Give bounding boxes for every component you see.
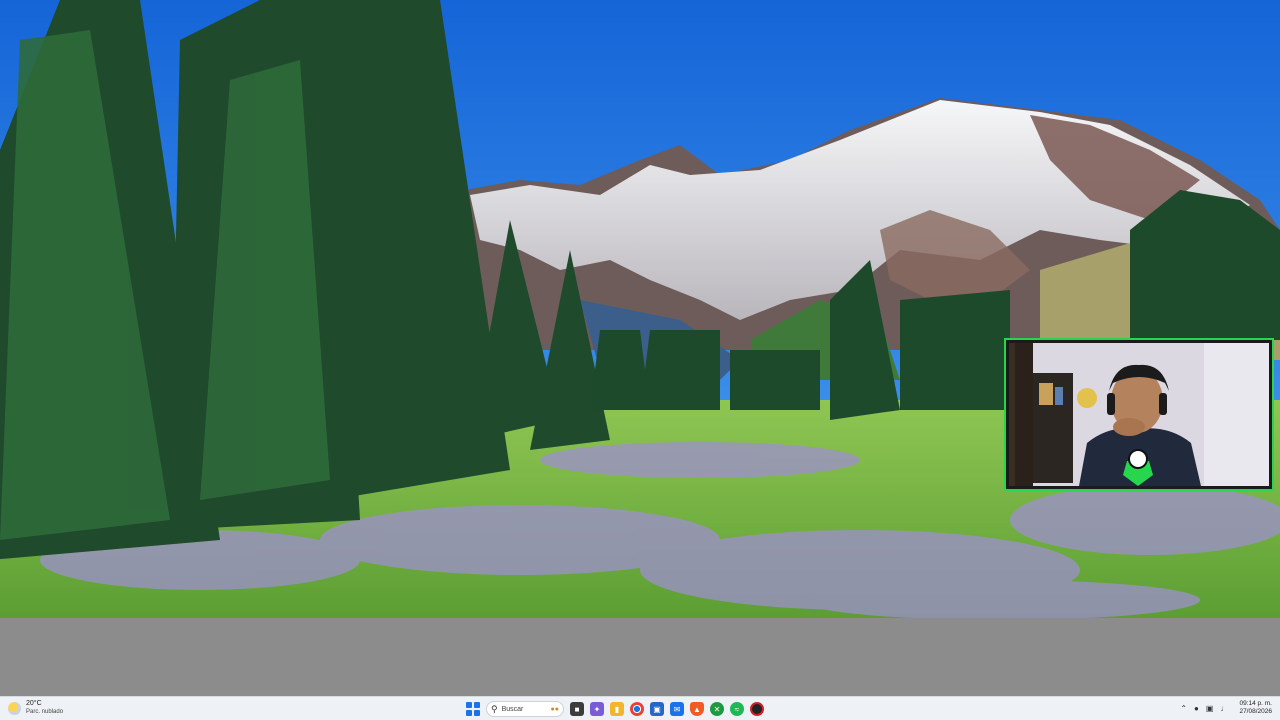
weather-temperature: 20°C bbox=[26, 700, 42, 707]
file-explorer-icon[interactable]: ▮ bbox=[610, 702, 624, 716]
desktop-background bbox=[0, 618, 1280, 696]
taskbar: 20°C Parc. nublado ⚲ Buscar ●● ■ ✦ ▮ ▣ ✉… bbox=[0, 696, 1280, 720]
search-highlight-icon: ●● bbox=[550, 705, 559, 713]
network-icon[interactable]: ▣ bbox=[1206, 704, 1214, 713]
partly-cloudy-icon bbox=[8, 701, 21, 715]
webcam-overlay bbox=[1004, 338, 1274, 491]
microphone-icon[interactable]: ● bbox=[1194, 704, 1199, 713]
clock-time: 09:14 p. m. bbox=[1239, 700, 1272, 707]
copilot-icon[interactable]: ✦ bbox=[590, 702, 604, 716]
desktop-wallpaper bbox=[0, 0, 1280, 618]
taskbar-search[interactable]: ⚲ Buscar ●● bbox=[486, 701, 564, 717]
start-button[interactable] bbox=[466, 702, 480, 716]
weather-condition: Parc. nublado bbox=[26, 709, 64, 715]
task-view-icon[interactable]: ■ bbox=[570, 702, 584, 716]
search-label: Buscar bbox=[501, 705, 524, 713]
xbox-icon[interactable]: ✕ bbox=[710, 702, 724, 716]
chevron-up-icon[interactable]: ⌃ bbox=[1180, 704, 1187, 713]
recording-app-icon[interactable] bbox=[750, 702, 764, 716]
spotify-icon[interactable]: ≈ bbox=[730, 702, 744, 716]
clock-date: 27/08/2026 bbox=[1239, 708, 1272, 715]
chrome-icon[interactable] bbox=[630, 702, 644, 716]
weather-widget[interactable]: 20°C Parc. nublado bbox=[8, 700, 63, 716]
brave-icon[interactable]: ▲ bbox=[690, 702, 704, 716]
volume-icon[interactable]: ♩ bbox=[1220, 704, 1228, 713]
search-icon: ⚲ bbox=[491, 703, 498, 714]
system-tray: ⌃ ● ▣ ♩ 09:14 p. m. 27/08/2026 bbox=[1180, 700, 1272, 716]
store-icon[interactable]: ▣ bbox=[650, 702, 664, 716]
taskbar-center: ⚲ Buscar ●● ■ ✦ ▮ ▣ ✉ ▲ ✕ ≈ bbox=[466, 699, 764, 719]
taskbar-clock[interactable]: 09:14 p. m. 27/08/2026 bbox=[1239, 700, 1272, 716]
outlook-icon[interactable]: ✉ bbox=[670, 702, 684, 716]
